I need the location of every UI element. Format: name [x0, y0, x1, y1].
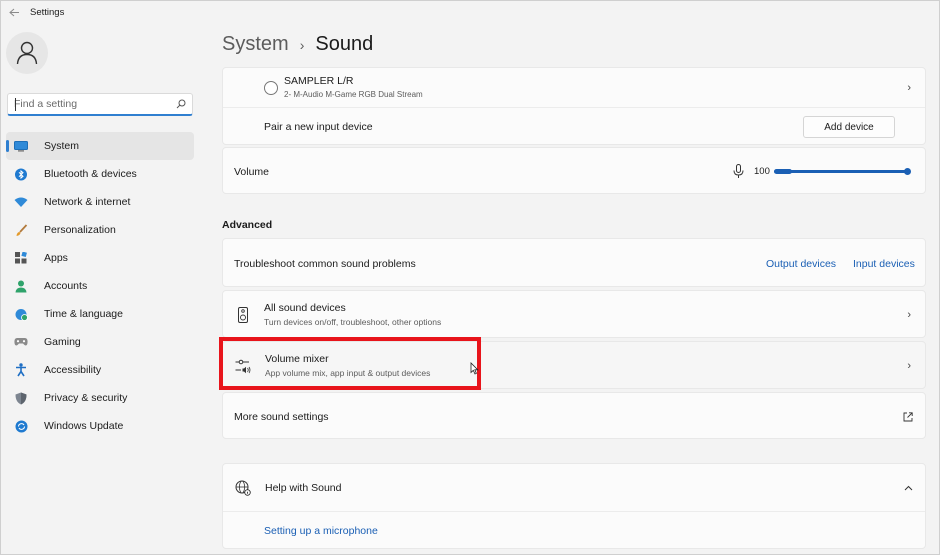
back-arrow-icon	[8, 8, 19, 16]
volume-mixer-subtitle: App volume mix, app input & output devic…	[265, 368, 431, 378]
sidebar-item-windows-update[interactable]: Windows Update	[6, 412, 194, 440]
all-sound-devices-title: All sound devices	[264, 302, 346, 314]
pair-device-row: Pair a new input device Add device	[223, 108, 925, 146]
volume-slider[interactable]	[774, 170, 908, 173]
sidebar-item-label: Gaming	[44, 336, 81, 348]
sidebar-item-label: System	[44, 140, 80, 152]
back-button[interactable]	[0, 1, 28, 23]
bluetooth-icon	[14, 167, 28, 181]
globe-icon	[235, 480, 251, 496]
sidebar-item-bluetooth[interactable]: Bluetooth & devices	[6, 160, 194, 188]
add-device-button[interactable]: Add device	[803, 116, 895, 138]
shield-icon	[14, 391, 28, 405]
chevron-right-icon: ›	[907, 360, 911, 372]
title-bar: Settings	[0, 0, 940, 24]
volume-slider-thumb[interactable]	[904, 168, 911, 175]
more-sound-settings-card[interactable]: More sound settings	[222, 392, 926, 439]
microphone-icon[interactable]	[733, 164, 744, 179]
breadcrumb-parent[interactable]: System	[222, 33, 289, 56]
gamepad-icon	[14, 335, 28, 349]
help-header-row[interactable]: Help with Sound	[223, 464, 925, 511]
sidebar-item-system[interactable]: System	[6, 132, 194, 160]
app-title: Settings	[30, 6, 65, 18]
all-sound-devices-card[interactable]: All sound devices Turn devices on/off, t…	[222, 290, 926, 338]
mixer-icon	[235, 359, 251, 374]
sidebar-item-gaming[interactable]: Gaming	[6, 328, 194, 356]
brush-icon	[14, 223, 28, 237]
output-devices-link[interactable]: Output devices	[766, 258, 836, 270]
search-input[interactable]	[14, 98, 176, 110]
breadcrumb: System › Sound	[222, 33, 373, 56]
all-sound-devices-row[interactable]: All sound devices Turn devices on/off, t…	[223, 291, 925, 339]
sidebar-item-label: Time & language	[44, 308, 123, 320]
volume-value: 100	[754, 166, 770, 177]
more-sound-settings-row[interactable]: More sound settings	[223, 393, 925, 440]
sidebar-nav: System Bluetooth & devices Network & int…	[6, 132, 194, 440]
search-icon[interactable]	[176, 99, 186, 109]
help-title: Help with Sound	[265, 481, 342, 494]
input-device-radio[interactable]	[264, 80, 278, 95]
sidebar-item-accessibility[interactable]: Accessibility	[6, 356, 194, 384]
system-icon	[14, 139, 28, 153]
input-device-row[interactable]: SAMPLER L/R 2- M-Audio M-Game RGB Dual S…	[223, 68, 925, 107]
troubleshoot-card: Troubleshoot common sound problems Outpu…	[222, 238, 926, 287]
sidebar-item-label: Apps	[44, 252, 68, 264]
pair-device-label: Pair a new input device	[264, 121, 373, 133]
mouse-cursor-icon	[470, 362, 479, 375]
page-title: Sound	[315, 33, 374, 55]
sidebar-item-time-language[interactable]: Time & language	[6, 300, 194, 328]
chevron-right-icon: ›	[907, 81, 911, 94]
troubleshoot-label: Troubleshoot common sound problems	[234, 257, 416, 270]
sidebar-item-label: Accounts	[44, 280, 88, 292]
external-link-icon	[903, 411, 913, 421]
sidebar-item-label: Accessibility	[44, 364, 102, 376]
chevron-right-icon: ›	[907, 309, 911, 321]
speaker-icon	[238, 307, 248, 323]
volume-label: Volume	[234, 165, 270, 178]
sidebar-item-label: Privacy & security	[44, 392, 128, 404]
help-card: Help with Sound Setting up a microphone	[222, 463, 926, 549]
volume-mixer-title: Volume mixer	[265, 353, 329, 365]
volume-mixer-row[interactable]: Volume mixer App volume mix, app input &…	[223, 342, 925, 390]
breadcrumb-separator: ›	[299, 36, 305, 53]
sidebar-item-network[interactable]: Network & internet	[6, 188, 194, 216]
all-sound-devices-subtitle: Turn devices on/off, troubleshoot, other…	[264, 317, 442, 327]
section-heading: Advanced	[222, 219, 273, 231]
volume-mixer-card[interactable]: Volume mixer App volume mix, app input &…	[222, 341, 926, 389]
input-devices-link[interactable]: Input devices	[853, 258, 915, 270]
sidebar-item-personalization[interactable]: Personalization	[6, 216, 194, 244]
update-icon	[14, 419, 28, 433]
text-caret	[15, 98, 16, 111]
help-link-row: Setting up a microphone	[223, 512, 925, 550]
sidebar-item-label: Windows Update	[44, 420, 124, 432]
more-sound-settings-label: More sound settings	[234, 410, 329, 423]
volume-slider-fill	[774, 169, 792, 174]
input-devices-card: SAMPLER L/R 2- M-Audio M-Game RGB Dual S…	[222, 67, 926, 145]
search-box[interactable]	[7, 93, 193, 116]
person-icon	[14, 279, 28, 293]
troubleshoot-row: Troubleshoot common sound problems Outpu…	[223, 239, 925, 288]
sidebar-item-label: Personalization	[44, 224, 116, 236]
sidebar-item-accounts[interactable]: Accounts	[6, 272, 194, 300]
avatar[interactable]	[6, 32, 48, 74]
network-icon	[14, 195, 28, 209]
chevron-up-icon[interactable]	[904, 485, 913, 491]
input-device-name: SAMPLER L/R	[284, 74, 354, 87]
globe-clock-icon	[14, 307, 28, 321]
user-icon	[16, 41, 38, 65]
sidebar-item-privacy[interactable]: Privacy & security	[6, 384, 194, 412]
sidebar-item-label: Network & internet	[44, 196, 131, 208]
input-device-detail: 2- M-Audio M-Game RGB Dual Stream	[284, 89, 423, 99]
sidebar-item-apps[interactable]: Apps	[6, 244, 194, 272]
accessibility-icon	[14, 363, 28, 377]
sidebar-item-label: Bluetooth & devices	[44, 168, 137, 180]
apps-icon	[14, 251, 28, 265]
microphone-help-link[interactable]: Setting up a microphone	[264, 525, 378, 537]
